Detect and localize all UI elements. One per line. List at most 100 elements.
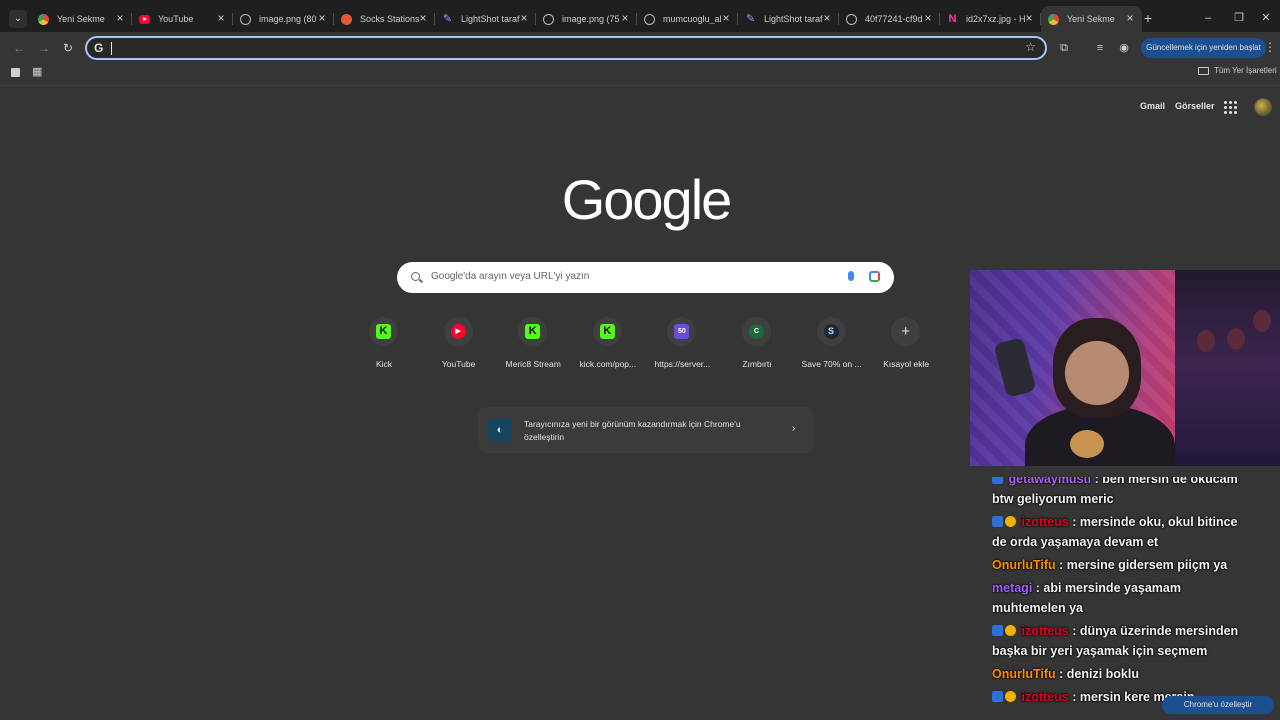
- close-icon[interactable]: ×: [619, 12, 631, 24]
- microphone-icon[interactable]: [848, 271, 854, 281]
- globe-icon: [543, 13, 554, 25]
- tab[interactable]: image.png (80 ×: [233, 6, 334, 32]
- tab-title: mumcuoglu_al: [663, 14, 722, 24]
- address-bar[interactable]: G ☆: [85, 36, 1047, 60]
- tab-title: id2x7xz.jpg - H: [966, 14, 1026, 24]
- menu-kebab-icon[interactable]: ⋮: [1264, 40, 1276, 54]
- close-icon[interactable]: ×: [417, 12, 429, 24]
- tab-title: Socks Stations: [360, 14, 420, 24]
- subscriber-badge-icon: [992, 516, 1003, 527]
- update-restart-button[interactable]: Güncellemek için yeniden başlat: [1141, 38, 1266, 58]
- shortcut-label: YouTube: [441, 359, 476, 369]
- lightshot-icon: ✎: [442, 12, 453, 25]
- shortcut-kick[interactable]: K Kick: [347, 317, 422, 377]
- extensions-icon[interactable]: ⧉: [1057, 41, 1071, 55]
- new-tab-button[interactable]: +: [1141, 11, 1155, 25]
- chat-username: izotteus: [1021, 515, 1069, 529]
- google-lens-icon[interactable]: [869, 271, 880, 282]
- star-icon[interactable]: ☆: [1025, 40, 1036, 54]
- tab[interactable]: YouTube ×: [132, 6, 233, 32]
- google-logo: Google: [561, 168, 733, 231]
- close-icon[interactable]: ×: [518, 12, 530, 24]
- chat-username: izotteus: [1021, 624, 1069, 638]
- tab[interactable]: N id2x7xz.jpg - H ×: [940, 6, 1041, 32]
- restore-icon[interactable]: ❐: [1232, 11, 1246, 25]
- promo-text: Tarayıcınıza yeni bir görünüm kazandırma…: [524, 419, 741, 442]
- subscriber-badge-icon: [992, 477, 1003, 484]
- add-shortcut-button[interactable]: + Kısayol ekle: [869, 317, 944, 377]
- shortcut-steam[interactable]: S Save 70% on ...: [795, 317, 870, 377]
- tab[interactable]: ✎ LightShot taraf ×: [738, 6, 839, 32]
- avatar[interactable]: [1254, 98, 1272, 116]
- webcam-shelf: [1175, 270, 1280, 466]
- globe-icon: [644, 13, 655, 25]
- close-icon[interactable]: ×: [1124, 12, 1136, 24]
- tab-title: Yeni Sekme: [57, 14, 105, 24]
- c-icon: C: [748, 324, 764, 339]
- food: [1070, 430, 1104, 458]
- chrome-icon: [38, 13, 49, 25]
- address-input[interactable]: [115, 40, 995, 56]
- tab[interactable]: Yeni Sekme ×: [31, 6, 132, 32]
- shortcut-label: Kick: [375, 359, 393, 369]
- server-icon: 50: [674, 324, 690, 339]
- tab-title: 40f77241-cf9d: [865, 14, 923, 24]
- customize-chrome-button[interactable]: Chrome'u özelleştir: [1162, 696, 1274, 714]
- gmail-link[interactable]: Gmail: [1140, 101, 1165, 111]
- tab-title: LightShot taraf: [461, 14, 520, 24]
- close-icon[interactable]: ×: [922, 12, 934, 24]
- chat-text: denizi boklu: [1066, 667, 1139, 681]
- chat-username: OnurluTifu: [992, 667, 1056, 681]
- tab-active[interactable]: Yeni Sekme ×: [1041, 6, 1142, 32]
- tab[interactable]: Socks Stations ×: [334, 6, 435, 32]
- images-link[interactable]: Görseller: [1175, 101, 1215, 111]
- shortcut-youtube[interactable]: ▶ YouTube: [422, 317, 497, 377]
- tab-title: LightShot taraf: [764, 14, 823, 24]
- back-arrow-icon[interactable]: ←: [12, 41, 26, 55]
- subscriber-badge-icon: [992, 691, 1003, 702]
- close-icon[interactable]: ×: [215, 12, 227, 24]
- minimize-icon[interactable]: –: [1201, 11, 1215, 25]
- chat-username: metagi: [992, 581, 1033, 595]
- ntp-top-links: Gmail Görseller: [1140, 101, 1225, 111]
- bookmarks-bar: ▦ Tüm Yer İşaretleri: [0, 62, 1280, 86]
- media-controls-icon[interactable]: ≡: [1093, 41, 1107, 55]
- tab-icon[interactable]: [11, 68, 20, 77]
- search-placeholder: Google'da arayın veya URL'yi yazın: [431, 271, 590, 282]
- shortcut-label: Save 70% on ...: [801, 359, 862, 369]
- palette-icon: ◐: [488, 418, 512, 442]
- close-icon[interactable]: ×: [1023, 12, 1035, 24]
- youtube-icon: ▶: [450, 324, 466, 339]
- ntp-search-box[interactable]: Google'da arayın veya URL'yi yazın: [397, 262, 894, 293]
- reload-icon[interactable]: ↻: [61, 41, 75, 55]
- tab-groups-icon[interactable]: ▦: [32, 66, 42, 78]
- forward-arrow-icon[interactable]: →: [37, 41, 51, 55]
- close-window-icon[interactable]: ✕: [1259, 11, 1273, 25]
- search-icon: [411, 272, 420, 281]
- close-icon[interactable]: ×: [316, 12, 328, 24]
- tab[interactable]: 40f77241-cf9d ×: [839, 6, 940, 32]
- all-bookmarks-label: Tüm Yer İşaretleri: [1214, 66, 1277, 75]
- shortcut-zimbirti[interactable]: C Zımbırtı: [720, 317, 795, 377]
- chat-message: izotteus : mersinde oku, okul bitince de…: [992, 515, 1238, 549]
- tab[interactable]: ✎ LightShot taraf ×: [435, 6, 536, 32]
- customize-chrome-promo[interactable]: ◐ Tarayıcınıza yeni bir görünüm kazandır…: [478, 407, 813, 453]
- shortcut-server[interactable]: 50 https://server...: [645, 317, 720, 377]
- google-g-icon: G: [94, 41, 104, 55]
- tab[interactable]: image.png (75 ×: [536, 6, 637, 32]
- chat-username: OnurluTifu: [992, 558, 1056, 572]
- profile-icon[interactable]: ◉: [1117, 41, 1131, 55]
- text-caret: [111, 42, 112, 55]
- tab-search-button[interactable]: ⌄: [9, 10, 27, 28]
- chevron-right-icon: ›: [792, 423, 796, 434]
- shortcut-kick-pop[interactable]: K kick.com/pop...: [571, 317, 646, 377]
- close-icon[interactable]: ×: [821, 12, 833, 24]
- apps-grid-icon[interactable]: [1224, 101, 1237, 114]
- close-icon[interactable]: ×: [114, 12, 126, 24]
- chat-text: mersine gidersem piiçm ya: [1066, 558, 1228, 572]
- close-icon[interactable]: ×: [720, 12, 732, 24]
- all-bookmarks-button[interactable]: Tüm Yer İşaretleri: [1198, 66, 1277, 75]
- shortcut-label: Meric8 Stream: [505, 359, 561, 369]
- tab[interactable]: mumcuoglu_al ×: [637, 6, 738, 32]
- shortcut-meric8-stream[interactable]: K Meric8 Stream: [496, 317, 571, 377]
